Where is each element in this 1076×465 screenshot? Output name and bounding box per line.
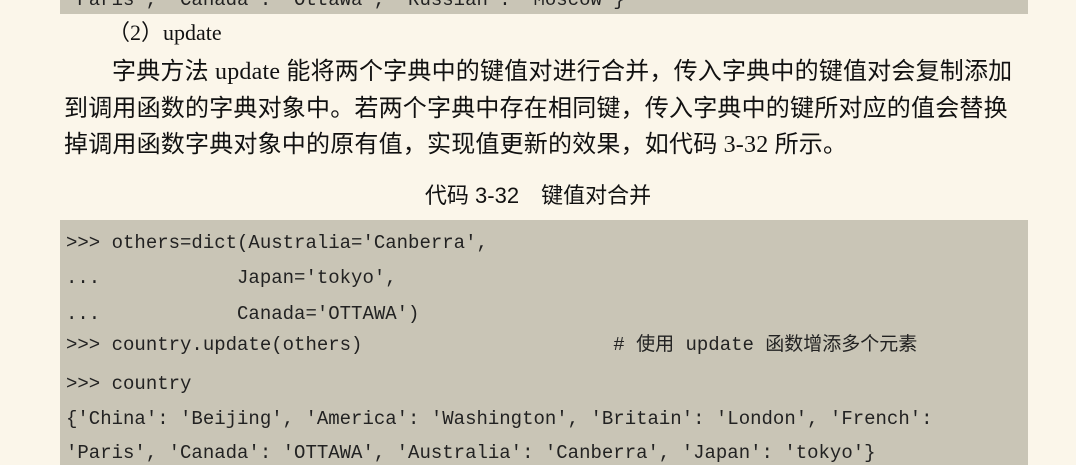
- code-line: >>> country: [66, 373, 192, 395]
- previous-code-block: 'Paris', 'Canada': 'Ottawa', 'Russian': …: [60, 0, 1028, 14]
- code-line: 'Paris', 'Canada': 'OTTAWA', 'Australia'…: [66, 442, 876, 464]
- code-line: ... Canada='OTTAWA'): [66, 303, 420, 325]
- paragraph-line: 到调用函数的字典对象中。若两个字典中存在相同键，传入字典中的键所对应的值会替换: [64, 96, 1008, 122]
- code-line: 'Paris', 'Canada': 'Ottawa', 'Russian': …: [66, 0, 625, 11]
- paragraph-line: 字典方法 update 能将两个字典中的键值对进行合并，传入字典中的键值对会复制…: [112, 59, 1013, 85]
- code-line: {'China': 'Beijing', 'America': 'Washing…: [66, 408, 933, 430]
- code-line: >>> others=dict(Australia='Canberra',: [66, 232, 488, 254]
- code-block: >>> others=dict(Australia='Canberra', ..…: [60, 220, 1028, 465]
- section-heading: （2）update: [108, 20, 222, 45]
- code-line: ... Japan='tokyo',: [66, 267, 397, 289]
- paragraph-line: 掉调用函数字典对象中的原有值，实现值更新的效果，如代码 3-32 所示。: [64, 132, 848, 158]
- code-line: >>> country.update(others) # 使用 update 函…: [66, 334, 918, 356]
- code-caption: 代码 3-32 键值对合并: [424, 183, 652, 208]
